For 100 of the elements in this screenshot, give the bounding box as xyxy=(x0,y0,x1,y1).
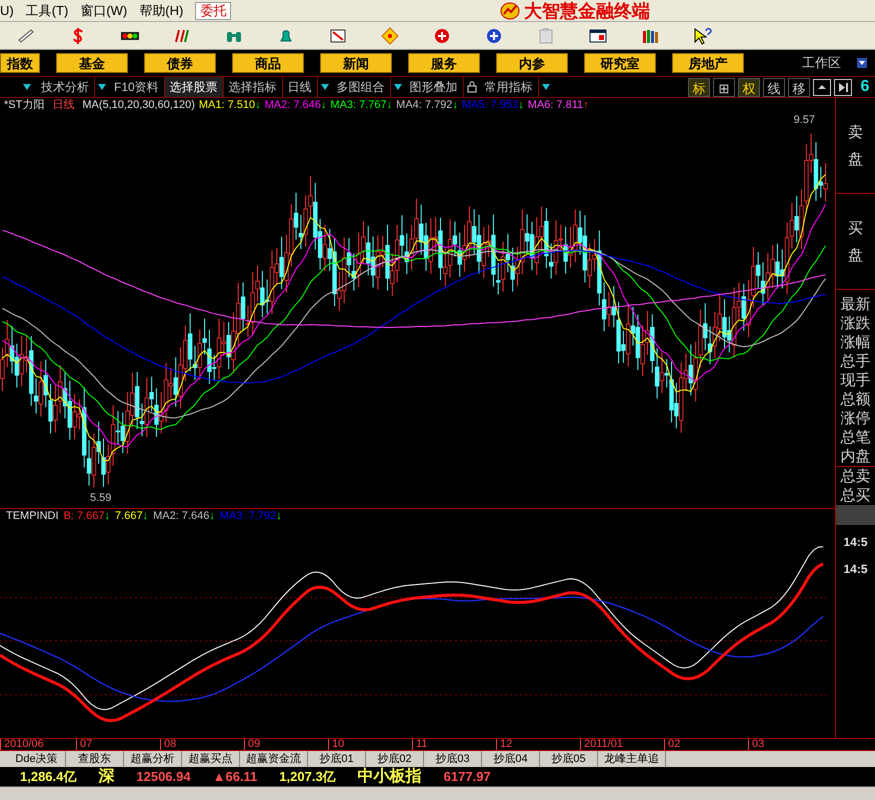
trend-arrow: ↓ xyxy=(209,510,215,522)
stock-name: *ST力阳 xyxy=(4,99,44,111)
view-button[interactable]: 移 xyxy=(788,78,810,96)
quote-field-label: 总额 xyxy=(840,390,870,409)
date-axis-label: 2011/01 xyxy=(580,739,664,750)
window-icon[interactable] xyxy=(813,78,831,96)
ma-value: MA3: 7.767 xyxy=(330,99,387,111)
category-button[interactable]: 研究室 xyxy=(584,53,656,73)
date-axis-label: 09 xyxy=(244,739,328,750)
help-pointer-icon[interactable] xyxy=(692,26,712,46)
indicator-value: B: 7.667 xyxy=(64,510,105,522)
indicator-value: 7.667 xyxy=(115,510,143,522)
menu-item[interactable]: 帮助(H) xyxy=(139,0,184,20)
quote-field-label: 内盘 xyxy=(840,447,870,466)
status-value: 1,207.3亿 xyxy=(279,768,336,786)
ma-value: MA6: 7.811 xyxy=(528,99,584,111)
trend-arrow: ↓ xyxy=(320,99,326,111)
menu-item[interactable]: 窗口(W) xyxy=(80,0,128,20)
status-value: 12506.94 xyxy=(136,768,191,786)
order-button[interactable]: 委托 xyxy=(195,2,232,20)
category-button[interactable]: 指数 xyxy=(0,53,40,73)
tool-tab[interactable]: 选择指标 xyxy=(224,77,283,97)
date-axis-label: 07 xyxy=(76,739,160,750)
menu-item[interactable]: U) xyxy=(0,0,14,20)
view-button[interactable]: ⊞ xyxy=(713,78,735,96)
date-axis-label: 08 xyxy=(160,739,244,750)
tool-tab[interactable]: 常用指标 xyxy=(480,77,539,97)
quote-field-label: 最新 xyxy=(840,295,870,314)
status-value: 6177.97 xyxy=(444,768,491,786)
tool-tab[interactable]: 日线 xyxy=(282,77,318,97)
next-icon[interactable] xyxy=(834,78,852,96)
category-button[interactable]: 商品 xyxy=(232,53,304,73)
trend-arrow: ↑ xyxy=(583,99,589,111)
caret-icon[interactable] xyxy=(97,82,107,92)
indicator-value: MA2: 7.646 xyxy=(153,510,210,522)
caret-icon[interactable] xyxy=(320,82,330,92)
dropdown-icon[interactable] xyxy=(857,58,867,68)
menu-item[interactable]: 工具(T) xyxy=(26,0,68,20)
status-value: 深 xyxy=(98,766,114,786)
status-value: ▲66.11 xyxy=(212,768,258,786)
caret-icon[interactable] xyxy=(540,82,551,92)
trend-arrow: ↓ xyxy=(276,510,282,522)
date-axis-label: 12 xyxy=(496,739,580,750)
caret-icon[interactable] xyxy=(392,82,403,92)
trend-arrow: ↓ xyxy=(142,510,148,522)
quote-field-label: 涨停 xyxy=(840,409,870,428)
trend-arrow: ↓ xyxy=(255,99,261,111)
panel-separator-bar xyxy=(836,505,875,525)
buy-label: 买 xyxy=(848,218,863,238)
category-button[interactable]: 新闻 xyxy=(320,53,392,73)
period-label: 日线 xyxy=(52,99,74,111)
indicator-name: TEMPINDI xyxy=(6,510,59,522)
low-price-label: 5.59 xyxy=(90,490,112,506)
ma-value: MA2: 7.646 xyxy=(264,99,321,111)
view-button[interactable]: 权 xyxy=(738,78,760,96)
quote-field-label: 现手 xyxy=(840,371,870,390)
date-axis-label: 2010/06 xyxy=(0,739,76,750)
diamond-icon[interactable] xyxy=(380,26,400,46)
trend-arrow: ↓ xyxy=(518,99,524,111)
trend-arrow: ↓ xyxy=(104,510,110,522)
tool-tab[interactable]: 图形叠加 xyxy=(404,77,464,97)
indicator-value: MA3: 7.792 xyxy=(220,510,276,522)
status-value: 中小板指 xyxy=(358,766,422,786)
buy-label: 盘 xyxy=(848,246,863,264)
date-axis-label: 02 xyxy=(664,739,748,750)
category-button[interactable]: 基金 xyxy=(56,53,128,73)
total-label: 总买 xyxy=(840,486,870,505)
tool-tab[interactable]: 多图组合 xyxy=(332,77,391,97)
view-button[interactable]: 线 xyxy=(763,78,785,96)
caret-icon[interactable] xyxy=(22,82,32,92)
sell-label: 盘 xyxy=(848,150,863,168)
date-axis-label: 10 xyxy=(328,739,412,750)
logo-icon xyxy=(500,2,520,20)
ma-value: MA4: 7.792 xyxy=(396,99,452,111)
workspace-label[interactable]: 工作区 xyxy=(802,53,841,73)
category-button[interactable]: 债券 xyxy=(144,53,216,73)
view-button[interactable]: 标 xyxy=(688,78,710,96)
category-button[interactable]: 服务 xyxy=(408,53,480,73)
quote-field-label: 涨跌 xyxy=(840,314,870,333)
trade-time: 14:5 xyxy=(843,534,868,551)
category-button[interactable]: 房地产 xyxy=(672,53,744,73)
tool-tab[interactable]: 技术分析 xyxy=(36,77,95,97)
date-axis-label: 11 xyxy=(412,739,496,750)
ma-value: MA5: 7.953 xyxy=(462,99,518,111)
tool-tab[interactable]: 选择股票 xyxy=(164,77,224,97)
trade-time: 14:5 xyxy=(843,561,868,578)
category-button[interactable]: 内参 xyxy=(496,53,568,73)
trend-arrow: ↓ xyxy=(452,99,458,111)
app-title: 大智慧金融终端 xyxy=(524,0,650,20)
status-value: 1,286.4亿 xyxy=(20,768,76,786)
sell-label: 卖 xyxy=(848,122,863,142)
indicator-name: MA(5,10,20,30,60,120) xyxy=(82,99,195,111)
lock-icon[interactable] xyxy=(466,81,477,93)
quote-field-label: 总手 xyxy=(840,352,870,371)
high-price-label: 9.57 xyxy=(794,113,815,128)
window-number: 6 xyxy=(860,77,870,97)
ma-value: MA1: 7.510 xyxy=(198,99,256,111)
quote-field-label: 涨幅 xyxy=(840,333,870,352)
total-label: 总卖 xyxy=(840,467,870,486)
trend-arrow: ↓ xyxy=(386,99,392,111)
